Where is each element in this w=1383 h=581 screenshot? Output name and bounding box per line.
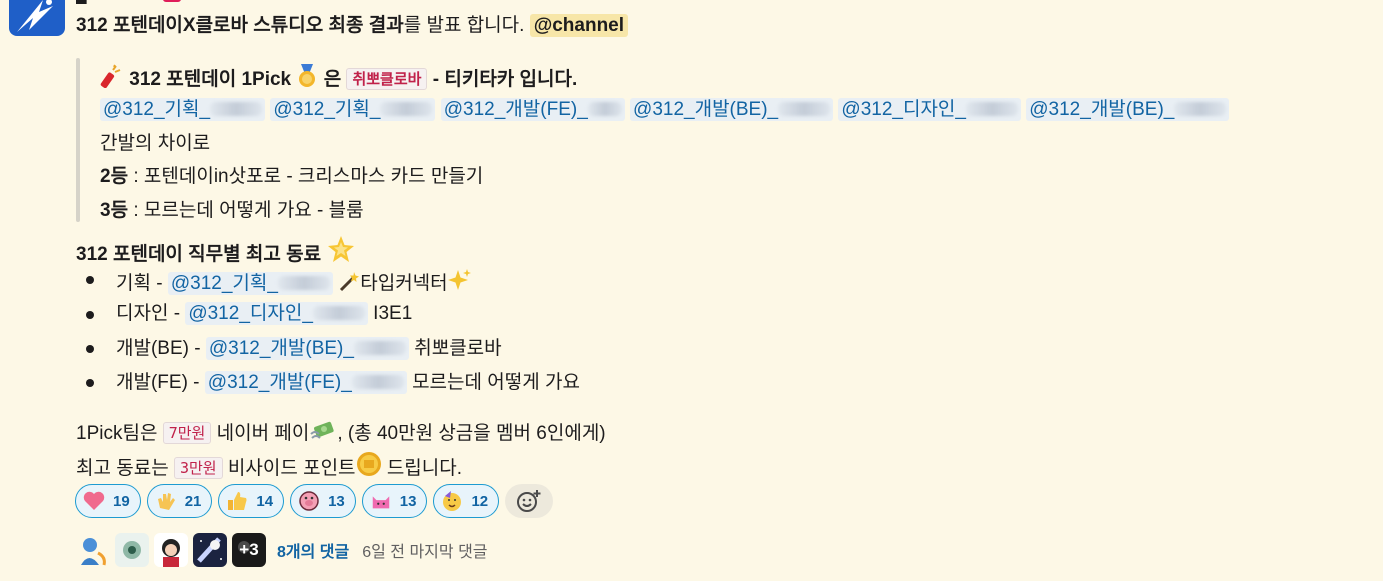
gap-line: 간발의 차이로 bbox=[100, 133, 211, 154]
user-mention[interactable]: @312_개발(FE)_ bbox=[440, 98, 625, 121]
firecracker-icon bbox=[100, 64, 121, 88]
reply-avatar bbox=[115, 533, 149, 567]
user-mention[interactable]: @312_개발(BE)_ bbox=[205, 337, 409, 360]
last-reply-time: 6일 전 마지막 댓글 bbox=[362, 544, 488, 561]
magic-wand-icon bbox=[340, 272, 360, 292]
list-item: 개발(BE) - @312_개발(BE)_ 취뽀클로바 bbox=[116, 337, 502, 360]
reaction-clap[interactable]: 21 bbox=[146, 484, 213, 518]
user-mention[interactable]: @312_기획_ bbox=[167, 272, 333, 295]
message-header-line: 312 포텐데이X클로바 스튜디오 최종 결과를 발표 합니다. @channe… bbox=[76, 14, 629, 38]
reply-count-link[interactable]: 8개의 댓글 bbox=[277, 538, 349, 562]
winner-mentions: @312_기획_ @312_기획_ @312_개발(FE)_ @312_개발(B… bbox=[100, 98, 1230, 122]
list-item: 디자인 - @312_디자인_ I3E1 bbox=[116, 302, 413, 325]
thumbs-up-icon bbox=[226, 490, 248, 512]
announcement-title: 312 포텐데이X클로바 스튜디오 최종 결과 bbox=[76, 15, 404, 36]
reply-avatar bbox=[154, 533, 188, 567]
prize-line-best: 최고 동료는 3만원 비사이드 포인트 드립니다. bbox=[76, 451, 462, 481]
pink-cat-icon bbox=[370, 490, 392, 512]
reaction-heart[interactable]: 19 bbox=[75, 484, 141, 518]
third-place-line: 3등 : 모르는데 어떻게 가요 - 블룸 bbox=[100, 200, 364, 221]
reaction-party-face[interactable]: 12 bbox=[433, 484, 500, 518]
prize-amount-code: 3만원 bbox=[173, 457, 223, 479]
winner-text-a: 312 포텐데이 1Pick bbox=[129, 69, 292, 90]
channel-mention[interactable]: @channel bbox=[529, 14, 629, 37]
best-colleague-title: 312 포텐데이 직무별 최고 동료 bbox=[76, 235, 356, 267]
list-bullet bbox=[86, 276, 94, 284]
more-repliers-avatar: +3 bbox=[232, 533, 266, 567]
pig-icon bbox=[298, 490, 320, 512]
list-bullet bbox=[86, 311, 94, 319]
user-mention[interactable]: @312_개발(BE)_ bbox=[630, 98, 834, 121]
second-place-line: 2등 : 포텐데이in삿포로 - 크리스마스 카드 만들기 bbox=[100, 166, 484, 187]
reaction-thumbs-up[interactable]: 14 bbox=[218, 484, 285, 518]
money-with-wings-icon bbox=[310, 421, 334, 439]
user-mention[interactable]: @312_기획_ bbox=[270, 98, 436, 121]
list-bullet bbox=[86, 379, 94, 387]
winner-text-b: 은 bbox=[323, 69, 342, 90]
user-mention[interactable]: @312_개발(FE)_ bbox=[204, 371, 407, 394]
reaction-pink-cat[interactable]: 13 bbox=[361, 484, 428, 518]
winner-text-c: - 티키타카 입니다. bbox=[432, 69, 578, 90]
user-mention[interactable]: @312_기획_ bbox=[100, 98, 266, 121]
party-face-icon bbox=[441, 490, 463, 512]
reply-avatar bbox=[76, 533, 110, 567]
list-bullet bbox=[86, 345, 94, 353]
winner-line: 312 포텐데이 1Pick 은 취뽀클로바 - 티키타카 입니다. bbox=[100, 64, 577, 92]
list-item: 개발(FE) - @312_개발(FE)_ 모르는데 어떻게 가요 bbox=[116, 371, 580, 394]
quote-bar bbox=[76, 58, 80, 222]
sparkles-icon bbox=[447, 269, 471, 290]
thread-replies[interactable]: +3 8개의 댓글 6일 전 마지막 댓글 bbox=[76, 532, 488, 568]
winner-team-code: 취뽀클로바 bbox=[346, 68, 428, 90]
reaction-pig[interactable]: 13 bbox=[290, 484, 356, 518]
sender-name-cut: █▀▀ ▀▀ ▀▀ bbox=[76, 0, 336, 4]
prize-line-1pick: 1Pick팀은 7만원 네이버 페이 , (총 40만원 상금을 멤버 6인에게… bbox=[76, 418, 606, 446]
add-emoji-icon bbox=[517, 490, 541, 512]
clap-icon bbox=[155, 490, 177, 512]
more-repliers-count: +3 bbox=[239, 540, 259, 559]
user-mention[interactable]: @312_디자인_ bbox=[185, 302, 368, 325]
list-item: 기획 - @312_기획_ 타입커넥터 bbox=[116, 268, 472, 296]
reaction-bar: 19 21 14 13 13 12 bbox=[75, 484, 554, 520]
user-mention[interactable]: @312_개발(BE)_ bbox=[1026, 98, 1230, 121]
gold-medal-icon bbox=[299, 64, 316, 87]
heart-icon bbox=[83, 490, 105, 512]
announcement-title-rest: 를 발표 합니다. bbox=[403, 15, 525, 36]
reply-avatar bbox=[193, 533, 227, 567]
user-mention[interactable]: @312_디자인_ bbox=[838, 98, 1021, 121]
add-reaction-button[interactable] bbox=[505, 484, 554, 518]
glowing-star-icon bbox=[328, 236, 355, 262]
sender-avatar[interactable] bbox=[9, 0, 65, 36]
prize-amount-code: 7만원 bbox=[162, 422, 212, 444]
coin-icon bbox=[356, 452, 381, 476]
